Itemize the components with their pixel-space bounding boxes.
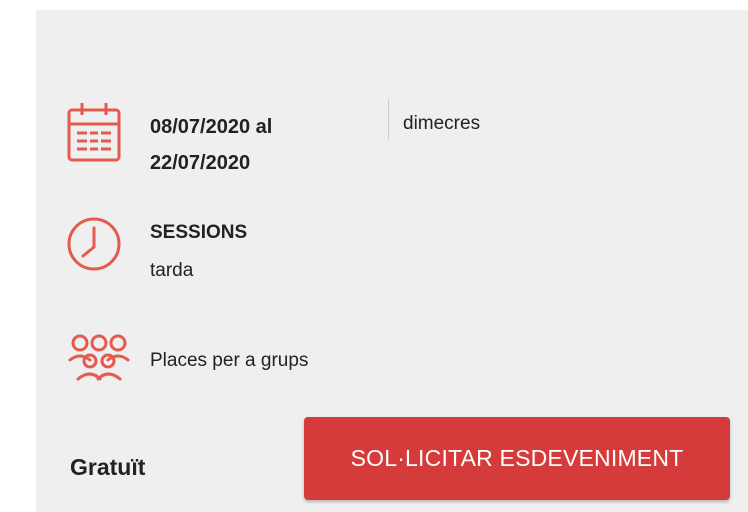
event-info-card: 08/07/2020 al 22/07/2020 dimecres SESSIO… <box>36 10 748 512</box>
price-label: Gratuït <box>70 454 146 480</box>
calendar-icon <box>67 103 121 162</box>
date-range: 08/07/2020 al 22/07/2020 <box>150 116 273 174</box>
weekday: dimecres <box>403 113 481 134</box>
sessions-title: SESSIONS <box>150 222 248 243</box>
groups-label: Places per a grups <box>150 350 309 371</box>
group-icon <box>68 334 130 381</box>
sessions-value: tarda <box>150 260 194 281</box>
clock-icon <box>67 217 121 271</box>
divider <box>388 99 389 139</box>
request-event-button[interactable]: SOL·LICITAR ESDEVENIMENT <box>304 417 730 500</box>
